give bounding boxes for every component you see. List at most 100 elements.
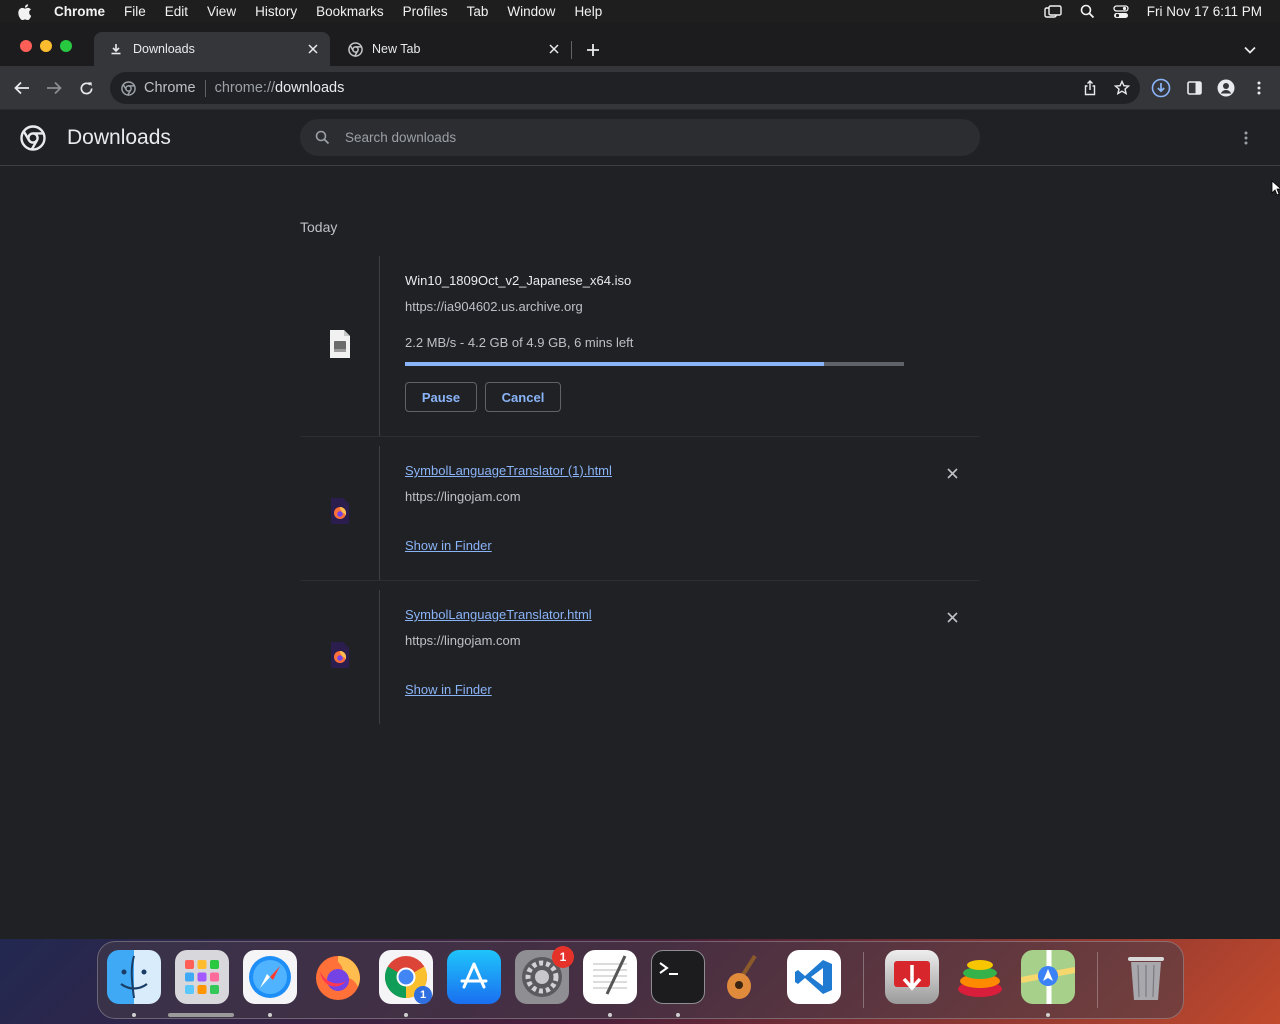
download-source-url[interactable]: https://lingojam.com — [405, 633, 521, 648]
dock-vscode-icon[interactable] — [787, 950, 841, 1004]
tab-new-tab[interactable]: New Tab — [333, 32, 571, 66]
download-item: SymbolLanguageTranslator (1).html https:… — [300, 446, 980, 580]
cancel-button[interactable]: Cancel — [485, 382, 561, 412]
bookmark-star-icon[interactable] — [1114, 80, 1130, 96]
dock-finder-icon[interactable] — [107, 950, 161, 1004]
close-window-button[interactable] — [20, 40, 32, 52]
screen-mirroring-icon[interactable] — [1044, 4, 1062, 19]
menu-bookmarks[interactable]: Bookmarks — [316, 4, 384, 19]
dock-safari-icon[interactable] — [243, 950, 297, 1004]
chrome-site-icon — [120, 80, 136, 96]
remove-from-list-close-icon[interactable] — [945, 466, 959, 480]
profile-avatar-icon[interactable] — [1216, 78, 1236, 98]
show-in-finder-link[interactable]: Show in Finder — [405, 538, 492, 553]
dock-trash-icon[interactable] — [1119, 950, 1173, 1004]
tab-label: Downloads — [133, 42, 195, 56]
item-divider — [300, 436, 980, 437]
running-indicator — [132, 1013, 136, 1017]
date-section-label: Today — [300, 219, 338, 235]
firefox-html-file-icon — [329, 497, 351, 530]
menu-view[interactable]: View — [207, 4, 236, 19]
show-in-finder-link[interactable]: Show in Finder — [405, 682, 492, 697]
chrome-download-badge: 1 — [414, 986, 432, 1004]
browser-toolbar: Chrome chrome://downloads — [0, 66, 1280, 110]
page-title: Downloads — [67, 126, 171, 149]
minimize-window-button[interactable] — [40, 40, 52, 52]
dock-transmit-icon[interactable] — [885, 950, 939, 1004]
menu-app-name[interactable]: Chrome — [54, 4, 105, 19]
download-item: Win10_1809Oct_v2_Japanese_x64.iso https:… — [300, 256, 980, 436]
running-indicator — [268, 1013, 272, 1017]
tab-search-chevron-down-icon[interactable] — [1242, 42, 1258, 58]
search-icon — [313, 129, 331, 147]
downloads-header: Downloads — [0, 110, 1280, 166]
close-tab-icon[interactable] — [306, 42, 320, 56]
dock-garageband-icon[interactable] — [719, 950, 773, 1004]
menu-file[interactable]: File — [124, 4, 146, 19]
downloads-indicator-icon[interactable] — [1151, 78, 1171, 98]
tab-downloads[interactable]: Downloads — [94, 32, 330, 66]
site-name-chip: Chrome — [144, 80, 196, 96]
tab-divider — [571, 41, 572, 59]
download-file-name-link[interactable]: SymbolLanguageTranslator (1).html — [405, 463, 612, 478]
download-file-name: Win10_1809Oct_v2_Japanese_x64.iso — [405, 273, 632, 288]
menu-edit[interactable]: Edit — [165, 4, 188, 19]
download-file-name-link[interactable]: SymbolLanguageTranslator.html — [405, 607, 592, 622]
running-indicator — [676, 1013, 680, 1017]
pause-button[interactable]: Pause — [405, 382, 477, 412]
url-scheme: chrome:// — [214, 80, 276, 96]
menu-tab[interactable]: Tab — [467, 4, 489, 19]
mouse-pointer-icon — [1271, 180, 1280, 201]
side-panel-icon[interactable] — [1184, 78, 1204, 98]
dock-firefox-icon[interactable] — [311, 950, 365, 1004]
remove-from-list-close-icon[interactable] — [945, 610, 959, 624]
control-center-icon[interactable] — [1113, 4, 1129, 19]
dock-maps-icon[interactable] — [1021, 950, 1075, 1004]
download-item: SymbolLanguageTranslator.html https://li… — [300, 590, 980, 724]
spotlight-search-icon[interactable] — [1080, 4, 1095, 19]
dock-separator — [863, 952, 864, 1008]
download-source-url[interactable]: https://ia904602.us.archive.org — [405, 299, 583, 314]
close-tab-icon[interactable] — [547, 42, 561, 56]
item-divider — [300, 580, 980, 581]
system-settings-badge: 1 — [552, 946, 574, 968]
zoom-window-button[interactable] — [60, 40, 72, 52]
menu-help[interactable]: Help — [574, 4, 602, 19]
download-icon — [108, 41, 124, 57]
address-bar[interactable]: Chrome chrome://downloads — [110, 72, 1140, 104]
dock-app-store-icon[interactable] — [447, 950, 501, 1004]
download-file-icon-column — [300, 590, 380, 724]
download-source-url[interactable]: https://lingojam.com — [405, 489, 521, 504]
omnibox-divider — [204, 79, 206, 97]
new-tab-plus-icon[interactable] — [584, 41, 602, 59]
dock-textedit-icon[interactable] — [583, 950, 637, 1004]
share-icon[interactable] — [1082, 80, 1098, 96]
downloads-more-actions-icon[interactable] — [1238, 130, 1254, 146]
chrome-menu-kebab-icon[interactable] — [1249, 78, 1269, 98]
forward-arrow-icon[interactable] — [44, 78, 64, 98]
chrome-logo-icon — [20, 125, 46, 151]
dock-stack-icon[interactable] — [953, 950, 1007, 1004]
download-file-icon-column — [300, 446, 380, 580]
dock-separator — [1097, 952, 1098, 1008]
dock-scroll-indicator — [168, 1013, 234, 1017]
menu-profiles[interactable]: Profiles — [403, 4, 448, 19]
running-indicator — [404, 1013, 408, 1017]
menu-history[interactable]: History — [255, 4, 297, 19]
menu-window[interactable]: Window — [507, 4, 555, 19]
dock-terminal-icon[interactable] — [651, 950, 705, 1004]
macos-menu-bar: Chrome File Edit View History Bookmarks … — [0, 0, 1280, 23]
downloads-page: Downloads Today Win10_1809Oct_v2_Japanes… — [0, 110, 1280, 939]
reload-icon[interactable] — [76, 78, 96, 98]
tab-label: New Tab — [372, 42, 421, 56]
back-arrow-icon[interactable] — [12, 78, 32, 98]
search-downloads-box[interactable] — [300, 119, 980, 156]
firefox-html-file-icon — [329, 641, 351, 674]
apple-menu-icon[interactable] — [18, 3, 40, 20]
download-progress-status: 2.2 MB/s - 4.2 GB of 4.9 GB, 6 mins left — [405, 335, 634, 350]
dock-launchpad-icon[interactable] — [175, 950, 229, 1004]
search-downloads-input[interactable] — [345, 130, 945, 145]
menubar-clock[interactable]: Fri Nov 17 6:11 PM — [1147, 4, 1262, 19]
url-path: downloads — [275, 80, 345, 96]
download-file-icon-column — [300, 256, 380, 436]
